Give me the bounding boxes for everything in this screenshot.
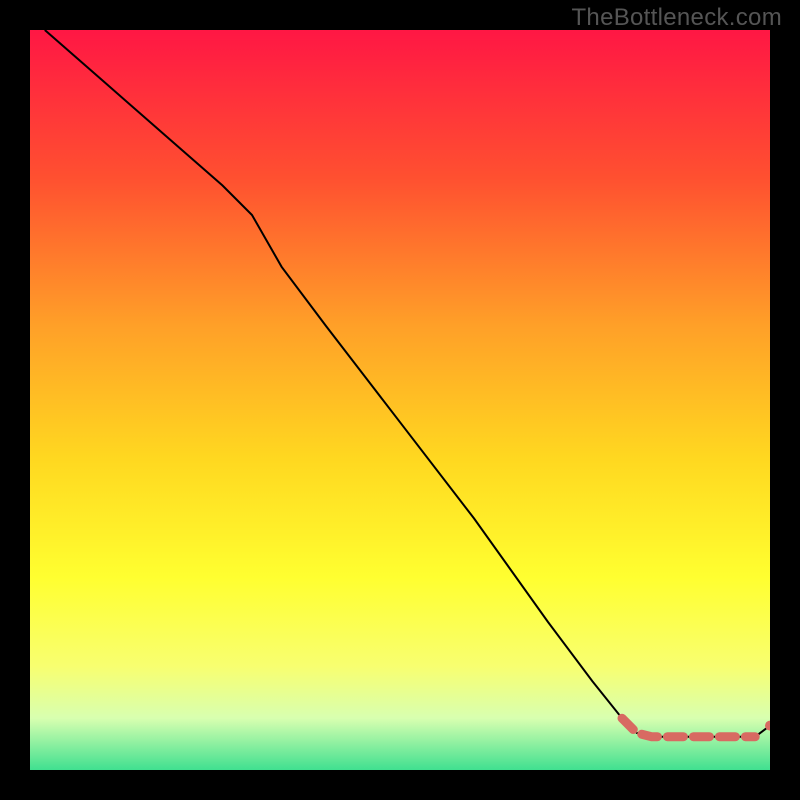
chart-svg: [30, 30, 770, 770]
gradient-background: [30, 30, 770, 770]
watermark-text: TheBottleneck.com: [571, 4, 782, 32]
chart-frame: TheBottleneck.com: [0, 0, 800, 800]
plot-area: [30, 30, 770, 770]
